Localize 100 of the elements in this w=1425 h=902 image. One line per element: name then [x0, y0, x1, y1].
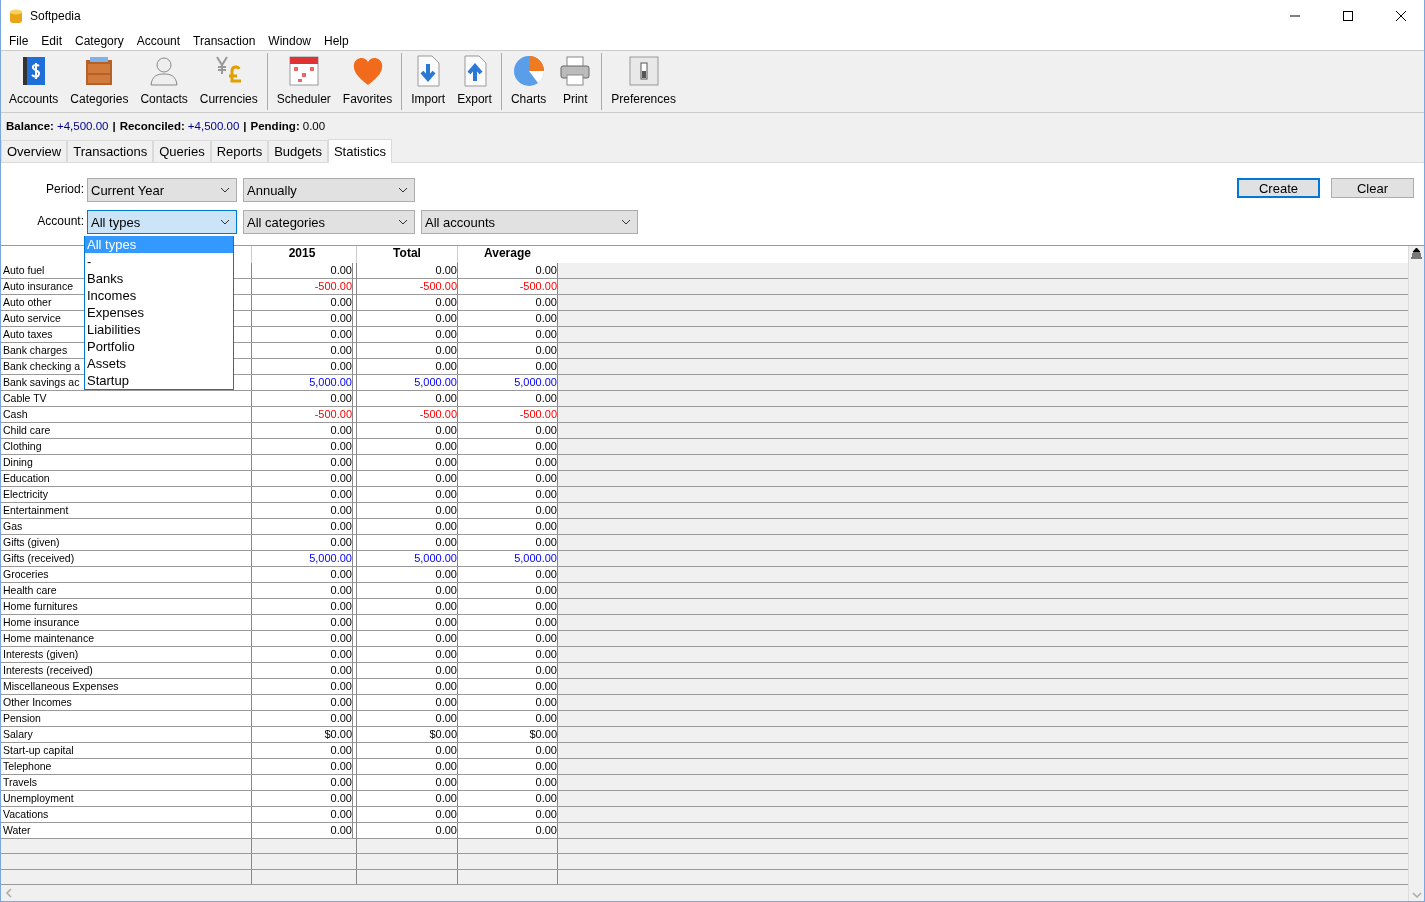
category-name: Auto other [2, 296, 52, 309]
coins-icon [9, 7, 23, 24]
amount-cell: 0.00 [356, 710, 457, 726]
column-header[interactable]: Average [457, 246, 557, 263]
amount-cell: 0.00 [251, 822, 352, 838]
amount-cell: 0.00 [251, 342, 352, 358]
amount-cell: 0.00 [356, 742, 457, 758]
amount-cell: 0.00 [356, 694, 457, 710]
tab[interactable]: Reports [210, 140, 269, 162]
toolbar-button[interactable]: Scheduler [270, 53, 337, 110]
toolbar-button[interactable]: Accounts [3, 53, 65, 110]
amount-cell: 0.00 [251, 390, 352, 406]
chevron-icon [220, 219, 230, 225]
category-name: Home insurance [2, 616, 80, 629]
amount-cell: 0.00 [356, 326, 457, 342]
amount-cell: 0.00 [251, 534, 352, 550]
amount-cell: 0.00 [356, 534, 457, 550]
chevron-icon [220, 187, 230, 193]
category-name: Dining [2, 456, 33, 469]
menu-item[interactable]: Edit [35, 33, 70, 48]
tab[interactable]: Overview [1, 140, 68, 162]
amount-cell: 0.00 [251, 806, 352, 822]
toolbar-button[interactable]: Currencies [193, 53, 264, 110]
amount-cell: 0.00 [251, 470, 352, 486]
tab[interactable]: Queries [153, 140, 211, 162]
column-picker-icon[interactable] [1411, 248, 1422, 259]
menu-item[interactable]: Transaction [187, 33, 263, 48]
category-name: Other Incomes [2, 696, 72, 709]
amount-cell: 0.00 [356, 646, 457, 662]
column-header[interactable]: Total [356, 246, 457, 263]
amount-cell: 0.00 [251, 662, 352, 678]
tab[interactable]: Statistics [327, 139, 392, 163]
period-label: Period: [45, 181, 84, 198]
amount-cell: 0.00 [356, 454, 457, 470]
category-name: Pension [2, 712, 41, 725]
category-name: Home maintenance [2, 632, 95, 645]
amount-cell: 0.00 [251, 566, 352, 582]
category-name: Interests (received) [2, 664, 93, 677]
status-label: Pending: [250, 119, 300, 132]
amount-cell: 0.00 [251, 502, 352, 518]
amount-cell: 0.00 [251, 614, 352, 630]
action-button[interactable]: Clear [1331, 178, 1414, 198]
tab[interactable]: Transactions [67, 140, 154, 162]
amount-cell: 0.00 [251, 422, 352, 438]
amount-cell: 0.00 [251, 454, 352, 470]
amount-cell: 5,000.00 [251, 374, 352, 390]
toolbar-button[interactable]: Import [405, 53, 452, 110]
accounts-dropdown[interactable]: All accounts [421, 210, 638, 234]
interval-dropdown[interactable]: Annually [243, 178, 415, 202]
toolbar-button[interactable]: Preferences [605, 53, 682, 110]
toolbar-button[interactable]: Contacts [134, 53, 194, 110]
toolbar-button[interactable]: Charts [504, 53, 553, 110]
category-name: Gas [2, 520, 23, 533]
period-dropdown[interactable]: Current Year [87, 178, 237, 202]
category-name: Groceries [2, 568, 49, 581]
amount-cell: 0.00 [356, 822, 457, 838]
status-label: Reconciled: [119, 119, 185, 132]
menu-item[interactable]: File [3, 33, 36, 48]
amount-cell: 0.00 [251, 694, 352, 710]
menu-item[interactable]: Account [130, 33, 188, 48]
close-icon[interactable] [1396, 10, 1406, 21]
amount-cell: 0.00 [251, 262, 352, 278]
toolbar-button[interactable]: Categories [64, 53, 135, 110]
calendar-icon [286, 54, 321, 88]
category-name: Bank savings ac [2, 376, 80, 389]
account-type-dropdown[interactable]: All types [87, 210, 237, 234]
amount-cell: 0.00 [251, 326, 352, 342]
category-name: Vacations [2, 808, 49, 821]
amount-cell: 0.00 [251, 438, 352, 454]
menu-item[interactable]: Help [318, 33, 356, 48]
toolbar-button[interactable]: Print [552, 53, 599, 110]
pie-chart-icon [511, 54, 546, 88]
menu-item[interactable]: Category [69, 33, 131, 48]
action-button[interactable]: Create [1237, 178, 1320, 198]
amount-cell: 0.00 [356, 598, 457, 614]
category-name: Auto taxes [2, 328, 53, 341]
chevron-icon [398, 219, 408, 225]
menu-item[interactable]: Window [262, 33, 319, 48]
category-name: Education [2, 472, 50, 485]
column-header[interactable]: 2015 [251, 246, 352, 263]
category-dropdown[interactable]: All categories [243, 210, 415, 234]
category-name: Cable TV [2, 392, 47, 405]
printer-icon [558, 54, 593, 88]
maximize-icon[interactable] [1343, 10, 1353, 21]
amount-cell: 0.00 [356, 294, 457, 310]
status-label: Balance: [6, 119, 54, 132]
amount-cell: 0.00 [356, 566, 457, 582]
toolbar-button[interactable]: Export [451, 53, 498, 110]
category-name: Telephone [2, 760, 52, 773]
pipe-text: | [112, 119, 116, 132]
amount-cell: -500.00 [356, 406, 457, 422]
tab[interactable]: Budgets [268, 140, 328, 162]
category-name: Health care [2, 584, 57, 597]
amount-cell: 0.00 [356, 390, 457, 406]
amount-cell: 0.00 [356, 806, 457, 822]
category-name: Gifts (given) [2, 536, 60, 549]
amount-cell: $0.00 [251, 726, 352, 742]
amount-cell: 0.00 [251, 678, 352, 694]
toolbar-button[interactable]: Favorites [336, 53, 399, 110]
amount-cell: 0.00 [251, 758, 352, 774]
